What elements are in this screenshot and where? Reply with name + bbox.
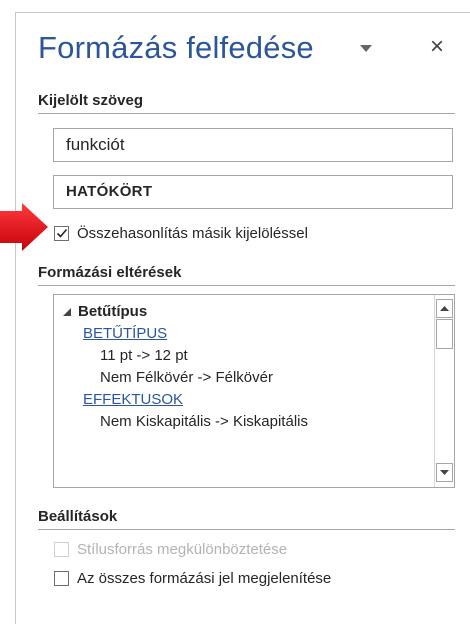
differences-list[interactable]: Betűtípus BETŰTÍPUS 11 pt -> 12 pt Nem F…	[53, 294, 455, 488]
tree-group-font[interactable]: Betűtípus	[62, 303, 147, 320]
section-divider	[38, 113, 455, 114]
scroll-down-button[interactable]	[436, 463, 453, 482]
show-marks-checkbox[interactable]	[54, 570, 69, 586]
close-icon: ×	[429, 33, 444, 60]
selection-text-box-1[interactable]: funkciót	[53, 128, 453, 162]
caret-down-icon[interactable]	[357, 39, 375, 57]
effects-link[interactable]: EFFEKTUSOK	[83, 391, 183, 408]
tree-group-label: Betűtípus	[78, 303, 148, 320]
settings-heading: Beállítások	[38, 508, 118, 525]
style-source-label: Stílusforrás megkülönböztetése	[77, 540, 288, 558]
callout-arrow-icon	[0, 203, 48, 251]
font-link[interactable]: BETŰTÍPUS	[83, 325, 167, 342]
expanded-triangle-icon[interactable]	[62, 307, 72, 317]
small-caps-change: Nem Kiskapitális -> Kiskapitális	[100, 413, 308, 430]
section-divider	[38, 529, 455, 530]
compare-checkbox-row[interactable]: Összehasonlítás másik kijelöléssel	[54, 223, 308, 243]
selected-text-heading: Kijelölt szöveg	[38, 92, 144, 109]
pane-title: Formázás felfedése	[38, 30, 314, 65]
compare-checkbox-label: Összehasonlítás másik kijelöléssel	[77, 224, 308, 242]
vertical-scrollbar[interactable]	[434, 295, 454, 487]
compare-checkbox[interactable]	[54, 225, 69, 241]
scroll-thumb[interactable]	[436, 319, 453, 349]
font-size-change: 11 pt -> 12 pt	[100, 347, 188, 364]
show-marks-label: Az összes formázási jel megjelenítése	[77, 569, 332, 587]
checkmark-icon	[56, 228, 68, 238]
style-source-checkbox	[54, 541, 69, 557]
arrow-up-icon	[440, 306, 449, 311]
selection-text-box-2[interactable]: HATÓKÖRT	[53, 175, 453, 209]
bold-change: Nem Félkövér -> Félkövér	[100, 369, 273, 386]
arrow-down-icon	[440, 470, 449, 475]
scroll-up-button[interactable]	[436, 299, 453, 318]
section-divider	[38, 285, 455, 286]
pane-left-border	[15, 12, 16, 624]
close-button[interactable]: ×	[424, 34, 450, 60]
style-source-checkbox-row: Stílusforrás megkülönböztetése	[54, 539, 287, 559]
show-marks-checkbox-row[interactable]: Az összes formázási jel megjelenítése	[54, 568, 331, 588]
differences-heading: Formázási eltérések	[38, 264, 182, 281]
pane-top-border	[15, 12, 470, 13]
